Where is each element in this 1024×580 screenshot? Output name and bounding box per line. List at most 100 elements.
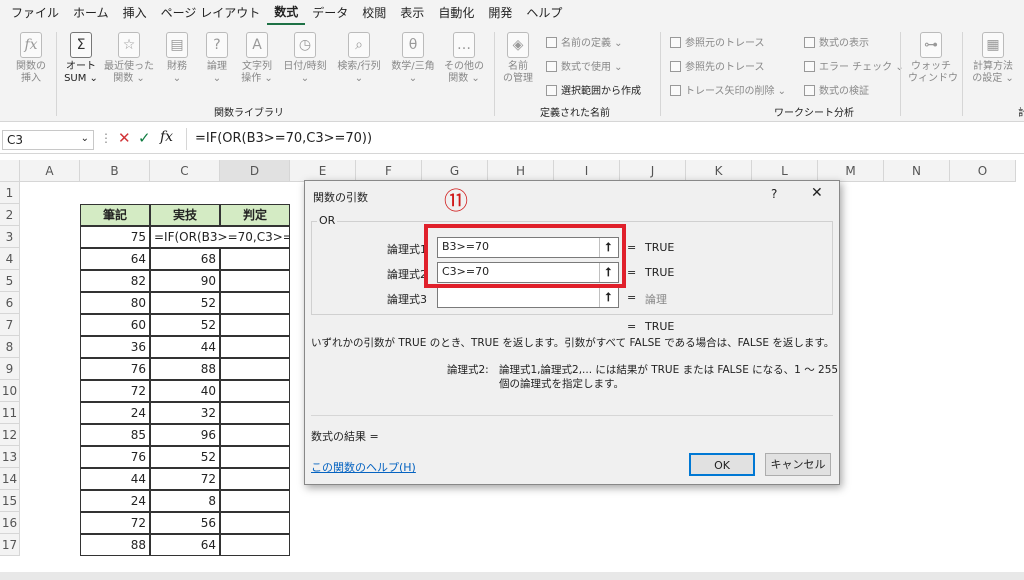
table-cell-judgement[interactable] <box>220 380 290 402</box>
row-header-17[interactable]: 17 <box>0 534 20 556</box>
table-cell-judgement[interactable] <box>220 468 290 490</box>
table-cell-written[interactable]: 24 <box>80 490 150 512</box>
row-header-1[interactable]: 1 <box>0 182 20 204</box>
formula-input[interactable]: =IF(OR(B3>=70,C3>=70)) <box>186 128 1022 150</box>
row-header-5[interactable]: 5 <box>0 270 20 292</box>
column-header-K[interactable]: K <box>686 160 752 182</box>
more-functions-button[interactable]: … その他の 関数 ⌄ <box>442 32 486 85</box>
column-header-E[interactable]: E <box>290 160 356 182</box>
table-cell-practical[interactable]: 40 <box>150 380 220 402</box>
menu-developer[interactable]: 開発 <box>481 0 519 26</box>
table-cell-practical[interactable]: 88 <box>150 358 220 380</box>
table-cell-practical[interactable]: 72 <box>150 468 220 490</box>
define-name-button[interactable]: 名前の定義 ⌄ <box>546 34 623 49</box>
cell-c3-editing[interactable]: =IF(OR(B3>=70,C3>= <box>150 226 290 248</box>
menu-automate[interactable]: 自動化 <box>431 0 481 26</box>
use-in-formula-button[interactable]: 数式で使用 ⌄ <box>546 58 623 73</box>
column-header-I[interactable]: I <box>554 160 620 182</box>
column-header-M[interactable]: M <box>818 160 884 182</box>
row-header-9[interactable]: 9 <box>0 358 20 380</box>
name-box[interactable]: C3 ⌄ <box>2 130 94 150</box>
calculation-options-button[interactable]: ▦ 計算方法 の設定 ⌄ <box>968 32 1018 85</box>
table-cell-judgement[interactable] <box>220 490 290 512</box>
table-cell-practical[interactable]: 32 <box>150 402 220 424</box>
table-cell-practical[interactable]: 8 <box>150 490 220 512</box>
remove-arrows-button[interactable]: トレース矢印の削除 ⌄ <box>670 82 786 97</box>
menu-file[interactable]: ファイル <box>4 0 66 26</box>
column-header-H[interactable]: H <box>488 160 554 182</box>
column-header-A[interactable]: A <box>20 160 80 182</box>
help-icon[interactable]: ? <box>771 187 777 201</box>
table-cell-judgement[interactable] <box>220 292 290 314</box>
table-cell-practical[interactable]: 90 <box>150 270 220 292</box>
table-cell-practical[interactable]: 64 <box>150 534 220 556</box>
table-cell-practical[interactable]: 96 <box>150 424 220 446</box>
table-cell-judgement[interactable] <box>220 402 290 424</box>
row-header-8[interactable]: 8 <box>0 336 20 358</box>
column-header-O[interactable]: O <box>950 160 1016 182</box>
error-checking-button[interactable]: エラー チェック ⌄ <box>804 58 904 73</box>
table-cell-written[interactable]: 85 <box>80 424 150 446</box>
menu-help[interactable]: ヘルプ <box>519 0 569 26</box>
table-cell-judgement[interactable] <box>220 534 290 556</box>
show-formulas-button[interactable]: 数式の表示 <box>804 34 869 49</box>
column-header-C[interactable]: C <box>150 160 220 182</box>
table-cell-written[interactable]: 44 <box>80 468 150 490</box>
table-cell-written[interactable]: 88 <box>80 534 150 556</box>
table-cell-written[interactable]: 24 <box>80 402 150 424</box>
header-practical[interactable]: 実技 <box>150 204 220 226</box>
column-header-G[interactable]: G <box>422 160 488 182</box>
header-written[interactable]: 筆記 <box>80 204 150 226</box>
row-header-7[interactable]: 7 <box>0 314 20 336</box>
arg3-input[interactable] <box>437 287 619 308</box>
trace-precedents-button[interactable]: 参照元のトレース <box>670 34 765 49</box>
menu-view[interactable]: 表示 <box>393 0 431 26</box>
function-help-link[interactable]: この関数のヘルプ(H) <box>311 459 416 475</box>
menu-data[interactable]: データ <box>305 0 355 26</box>
table-cell-practical[interactable]: 68 <box>150 248 220 270</box>
table-cell-practical[interactable]: 52 <box>150 292 220 314</box>
table-cell-judgement[interactable] <box>220 424 290 446</box>
autosum-button[interactable]: Σ オート SUM ⌄ <box>62 32 100 85</box>
math-trig-button[interactable]: θ 数学/三角 ⌄ <box>388 32 438 85</box>
insert-function-button[interactable]: fx 関数の 挿入 <box>12 32 50 85</box>
table-cell-written[interactable]: 72 <box>80 512 150 534</box>
financial-button[interactable]: ▤ 財務 ⌄ <box>160 32 194 85</box>
row-header-11[interactable]: 11 <box>0 402 20 424</box>
trace-dependents-button[interactable]: 参照先のトレース <box>670 58 765 73</box>
menu-page-layout[interactable]: ページ レイアウト <box>154 0 268 26</box>
column-header-N[interactable]: N <box>884 160 950 182</box>
column-header-D[interactable]: D <box>220 160 290 182</box>
evaluate-formula-button[interactable]: 数式の検証 <box>804 82 869 97</box>
column-header-J[interactable]: J <box>620 160 686 182</box>
table-cell-written[interactable]: 72 <box>80 380 150 402</box>
menu-insert[interactable]: 挿入 <box>116 0 154 26</box>
table-cell-practical[interactable]: 56 <box>150 512 220 534</box>
table-cell-judgement[interactable] <box>220 358 290 380</box>
cancel-button[interactable]: キャンセル <box>765 453 831 476</box>
ok-button[interactable]: OK <box>689 453 755 476</box>
datetime-button[interactable]: ◷ 日付/時刻 ⌄ <box>280 32 330 85</box>
table-cell-written[interactable]: 64 <box>80 248 150 270</box>
row-header-16[interactable]: 16 <box>0 512 20 534</box>
menu-formulas[interactable]: 数式 <box>267 1 306 25</box>
row-header-12[interactable]: 12 <box>0 424 20 446</box>
logical-button[interactable]: ? 論理 ⌄ <box>200 32 234 85</box>
select-all-corner[interactable] <box>0 160 20 182</box>
row-header-3[interactable]: 3 <box>0 226 20 248</box>
watch-window-button[interactable]: ⊶ ウォッチ ウィンドウ <box>908 32 958 85</box>
close-icon[interactable]: ✕ <box>811 185 823 201</box>
table-cell-judgement[interactable] <box>220 512 290 534</box>
table-cell-practical[interactable]: 52 <box>150 446 220 468</box>
row-header-10[interactable]: 10 <box>0 380 20 402</box>
row-header-4[interactable]: 4 <box>0 248 20 270</box>
table-cell-written[interactable]: 80 <box>80 292 150 314</box>
table-cell-written[interactable]: 60 <box>80 314 150 336</box>
create-from-selection-button[interactable]: 選択範囲から作成 <box>546 82 641 97</box>
table-cell-judgement[interactable] <box>220 336 290 358</box>
recent-functions-button[interactable]: ☆ 最近使った 関数 ⌄ <box>104 32 154 85</box>
table-cell-written[interactable]: 36 <box>80 336 150 358</box>
table-cell-practical[interactable]: 52 <box>150 314 220 336</box>
row-header-15[interactable]: 15 <box>0 490 20 512</box>
table-cell-practical[interactable]: 44 <box>150 336 220 358</box>
